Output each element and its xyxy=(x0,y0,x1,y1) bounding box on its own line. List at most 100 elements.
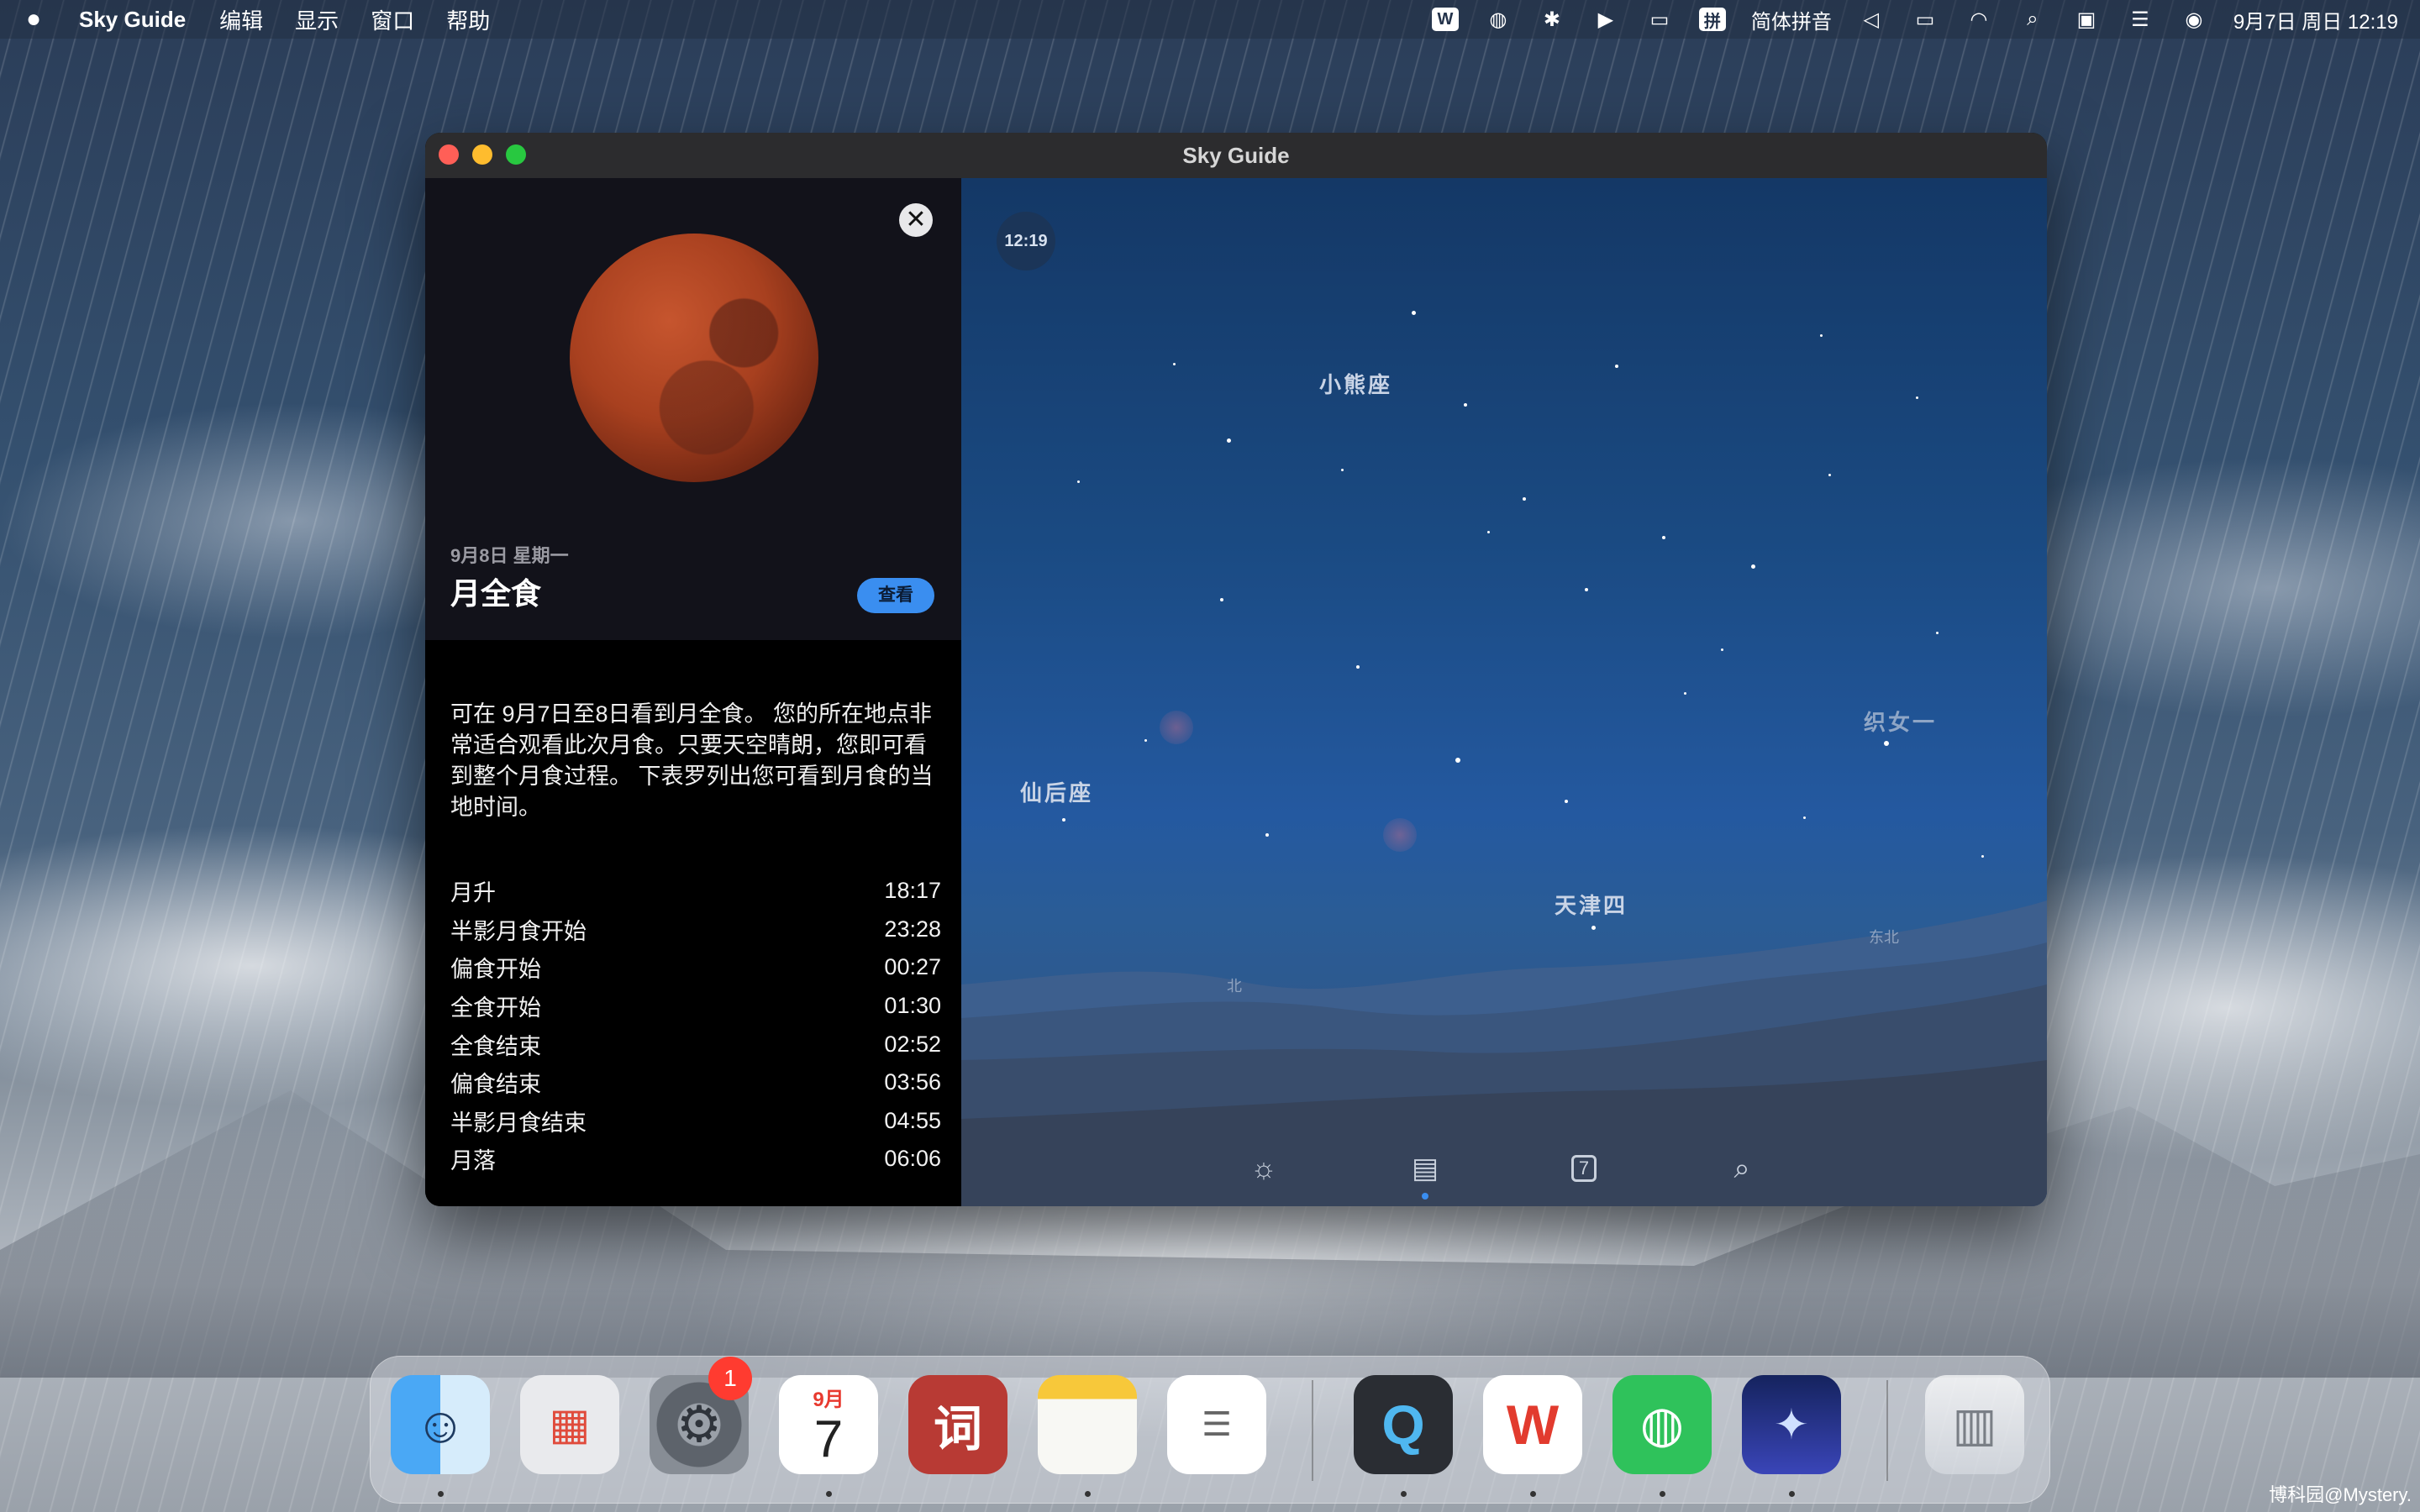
dock-launchpad[interactable]: ▦ xyxy=(520,1375,619,1474)
star xyxy=(1341,469,1344,471)
dock-calendar[interactable]: 9月 7 xyxy=(779,1375,878,1474)
star xyxy=(1751,564,1755,569)
active-tab-indicator xyxy=(1422,1193,1428,1200)
running-indicator xyxy=(438,1491,444,1497)
star xyxy=(1144,739,1147,742)
bluetooth-icon[interactable]: ✱ xyxy=(1538,7,1566,32)
input-method-label[interactable]: 简体拼音 xyxy=(1751,5,1832,34)
dock-finder[interactable]: ☺ xyxy=(391,1375,490,1474)
running-indicator xyxy=(826,1491,832,1497)
menu-view[interactable]: 显示 xyxy=(295,4,339,35)
guide-icon[interactable]: ▤ xyxy=(1406,1149,1444,1188)
time-badge[interactable]: 12:19 xyxy=(997,212,1055,270)
display-icon[interactable]: ▭ xyxy=(1911,7,1939,32)
star xyxy=(1523,497,1526,501)
window-titlebar[interactable]: Sky Guide xyxy=(425,133,2047,179)
search-icon[interactable]: ⌕ xyxy=(1723,1149,1761,1188)
star xyxy=(1721,648,1723,651)
search-icon[interactable]: ⌕ xyxy=(2018,7,2047,32)
sun-icon[interactable]: ☼ xyxy=(1244,1149,1283,1188)
star xyxy=(1077,480,1080,483)
sky-toolbar: ☼ ▤ 7 ⌕ xyxy=(961,1141,2047,1200)
constellation-cassiopeia[interactable]: 仙后座 xyxy=(1020,776,1093,807)
event-title: 月全食 xyxy=(450,576,542,611)
calendar-date: 7 xyxy=(813,1410,844,1468)
nebula xyxy=(1160,711,1193,744)
dock-separator xyxy=(1886,1380,1888,1481)
menu-window[interactable]: 窗口 xyxy=(371,4,414,35)
time-label: 半影月食结束 xyxy=(450,1110,587,1136)
apple-icon[interactable]: ● xyxy=(22,5,45,34)
star xyxy=(1585,588,1588,591)
close-panel-button[interactable]: ✕ xyxy=(899,203,933,237)
time-row: 全食结束 02:52 xyxy=(450,1025,941,1063)
dock-wps[interactable]: W xyxy=(1483,1375,1582,1474)
time-value: 04:55 xyxy=(884,1107,941,1133)
zoom-window-button[interactable] xyxy=(506,144,526,165)
direction-north: 北 xyxy=(1227,978,1242,995)
blood-moon-image xyxy=(570,234,818,482)
window-title: Sky Guide xyxy=(1182,142,1290,168)
constellation-ursa-minor[interactable]: 小熊座 xyxy=(1319,368,1392,399)
dock: ☺ ▦ ⚙ 1 9月 7 词 ☰ Q W ◍ ✦ ▥ xyxy=(370,1356,2050,1504)
star xyxy=(1227,438,1231,443)
dock-wechat[interactable]: ◍ xyxy=(1612,1375,1712,1474)
star xyxy=(1220,598,1223,601)
photo-icon[interactable]: ▣ xyxy=(2072,7,2101,32)
dock-sky-guide[interactable]: ✦ xyxy=(1742,1375,1841,1474)
minimize-window-button[interactable] xyxy=(472,144,492,165)
dock-notes[interactable] xyxy=(1038,1375,1137,1474)
time-label: 全食结束 xyxy=(450,1033,541,1059)
time-row: 月落 06:06 xyxy=(450,1140,941,1179)
sky-view[interactable]: 12:19 小熊座 仙后座 织女一 天津四 北 东北 ☼ ▤ 7 ⌕ xyxy=(961,178,2047,1206)
wifi-icon[interactable]: ◠ xyxy=(1965,7,1993,32)
control-center-icon[interactable]: ☰ xyxy=(2126,7,2154,32)
star xyxy=(1916,396,1918,399)
time-value: 00:27 xyxy=(884,954,941,980)
calendar-icon[interactable]: 7 xyxy=(1565,1149,1603,1188)
star xyxy=(1565,800,1568,803)
time-row: 月升 18:17 xyxy=(450,872,941,911)
notification-badge: 1 xyxy=(708,1357,752,1400)
star-vega[interactable]: 织女一 xyxy=(1864,706,1937,737)
time-value: 18:17 xyxy=(884,878,941,904)
star xyxy=(1684,692,1686,695)
star xyxy=(1828,474,1831,476)
direction-northeast: 东北 xyxy=(1869,929,1899,946)
star xyxy=(1356,665,1360,669)
close-window-button[interactable] xyxy=(439,144,459,165)
input-method-icon[interactable]: 拼 xyxy=(1698,8,1726,31)
dock-quicktime[interactable]: Q xyxy=(1354,1375,1453,1474)
play-icon[interactable]: ▶ xyxy=(1591,7,1620,32)
dock-reminders[interactable]: ☰ xyxy=(1167,1375,1266,1474)
view-event-button[interactable]: 查看 xyxy=(857,578,934,613)
menu-help[interactable]: 帮助 xyxy=(446,4,490,35)
menu-app-name[interactable]: Sky Guide xyxy=(79,7,186,33)
running-indicator xyxy=(1530,1491,1536,1497)
status-area: W ◍ ✱ ▶ ▭ 拼 简体拼音 ◁ ▭ ◠ ⌕ ▣ ☰ ◉ 9月7日 周日 1… xyxy=(1431,5,2398,34)
star xyxy=(1173,363,1176,365)
star xyxy=(1936,632,1939,634)
running-indicator xyxy=(1789,1491,1795,1497)
dock-trash[interactable]: ▥ xyxy=(1925,1375,2024,1474)
star xyxy=(1464,403,1467,407)
time-value: 23:28 xyxy=(884,916,941,942)
traffic-lights xyxy=(439,144,526,165)
battery-icon[interactable]: ▭ xyxy=(1645,7,1674,32)
dock-dictionary[interactable]: 词 xyxy=(908,1375,1007,1474)
menu-edit[interactable]: 编辑 xyxy=(219,4,263,35)
menu-clock[interactable]: 9月7日 周日 12:19 xyxy=(2233,5,2398,34)
time-row: 半影月食结束 04:55 xyxy=(450,1102,941,1141)
time-label: 全食开始 xyxy=(450,995,541,1021)
watermark: 博科园@Mystery. xyxy=(2269,1484,2412,1505)
time-label: 半影月食开始 xyxy=(450,918,587,944)
siri-icon[interactable]: ◉ xyxy=(2180,7,2208,32)
wps-icon[interactable]: W xyxy=(1431,8,1459,31)
time-value: 01:30 xyxy=(884,993,941,1019)
event-sidebar: ✕ 9月8日 星期一 月全食 查看 可在 9月7日至8日看到月全食。 您的所在地… xyxy=(425,178,961,1206)
mute-icon[interactable]: ◁ xyxy=(1857,7,1886,32)
running-indicator xyxy=(1401,1491,1407,1497)
wechat-icon[interactable]: ◍ xyxy=(1484,7,1512,32)
star xyxy=(1981,855,1984,858)
star xyxy=(1487,531,1490,533)
